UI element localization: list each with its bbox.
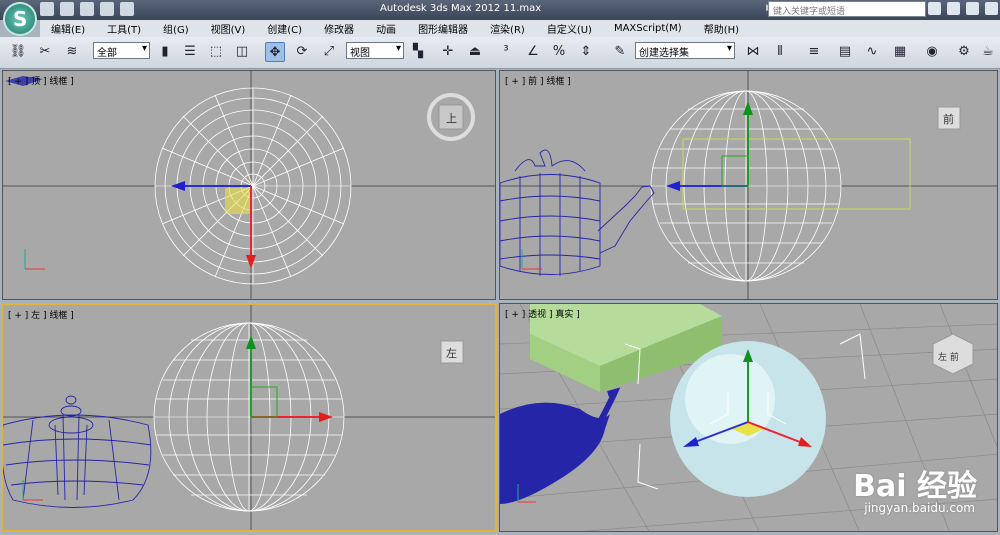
viewport-label[interactable]: [ + ] 前 ] 线框 ] xyxy=(505,74,571,87)
menu-maxscript[interactable]: MAXScript(M) xyxy=(614,23,682,34)
binoculars-icon[interactable] xyxy=(928,2,941,15)
menu-edit[interactable]: 编辑(E) xyxy=(51,21,85,36)
undo-icon[interactable] xyxy=(100,2,114,16)
title-bar: Autodesk 3ds Max 2012 11.max ▶ 键入关键字或短语 xyxy=(0,0,1000,20)
layer-manager-icon[interactable]: ≡ xyxy=(804,42,824,62)
select-and-rotate-icon[interactable]: ⟳ xyxy=(292,42,312,62)
keyboard-shortcut-override-icon[interactable]: ⏏ xyxy=(465,42,485,62)
select-by-name-icon[interactable]: ☰ xyxy=(180,42,200,62)
communication-icon[interactable] xyxy=(947,2,960,15)
link-icon[interactable]: ⛓ xyxy=(8,42,28,62)
viewport-label[interactable]: [ + ] 左 ] 线框 ] xyxy=(8,308,74,321)
new-file-icon[interactable] xyxy=(40,2,54,16)
watermark-brand: Bai 经验 xyxy=(853,469,977,504)
bind-space-warp-icon[interactable]: ≋ xyxy=(62,42,82,62)
top-viewport-scene: 上 xyxy=(3,71,495,299)
menu-help[interactable]: 帮助(H) xyxy=(704,21,739,36)
align-icon[interactable]: ⫴ xyxy=(770,42,790,62)
select-and-scale-icon[interactable]: ⤢ xyxy=(319,42,339,62)
viewcube-label[interactable]: 左 xyxy=(446,347,457,360)
redo-icon[interactable] xyxy=(120,2,134,16)
baidu-watermark: Bai 经验 jingyan.baidu.com xyxy=(853,461,977,515)
select-and-move-icon[interactable]: ✥ xyxy=(265,42,285,62)
viewcube-label[interactable]: 前 xyxy=(943,112,954,126)
menu-group[interactable]: 组(G) xyxy=(163,21,189,36)
percent-snap-icon[interactable]: % xyxy=(549,42,569,62)
reference-coordinate-dropdown[interactable]: 视图 xyxy=(346,42,404,59)
window-title: Autodesk 3ds Max 2012 11.max xyxy=(380,3,542,14)
spinner-snap-icon[interactable]: ⇕ xyxy=(576,42,596,62)
menu-create[interactable]: 创建(C) xyxy=(267,21,302,36)
rectangular-selection-icon[interactable]: ⬚ xyxy=(206,42,226,62)
menu-animation[interactable]: 动画 xyxy=(376,21,396,36)
main-toolbar: ⛓ ✂ ≋ 全部 ▮ ☰ ⬚ ◫ ✥ ⟳ ⤢ 视图 ▚ ✛ ⏏ ³ ∠ % ⇕ … xyxy=(0,37,1000,69)
render-icon[interactable]: ☕ xyxy=(978,42,998,62)
menu-modifiers[interactable]: 修改器 xyxy=(324,21,354,36)
snaps-toggle-icon[interactable]: ³ xyxy=(496,42,516,62)
material-editor-icon[interactable]: ◉ xyxy=(922,42,942,62)
viewport-label[interactable]: [ + ] 透视 ] 真实 ] xyxy=(505,307,580,320)
app-logo-icon[interactable]: S xyxy=(3,2,37,36)
menu-rendering[interactable]: 渲染(R) xyxy=(490,21,525,36)
teapot-object xyxy=(500,402,610,504)
search-input[interactable]: 键入关键字或短语 xyxy=(768,1,926,17)
viewcube-label[interactable]: 上 xyxy=(446,112,457,125)
menu-views[interactable]: 视图(V) xyxy=(211,21,246,36)
unlink-icon[interactable]: ✂ xyxy=(35,42,55,62)
angle-snap-icon[interactable]: ∠ xyxy=(523,42,543,62)
mirror-icon[interactable]: ⋈ xyxy=(743,42,763,62)
teapot-wireframe xyxy=(500,149,655,276)
front-viewport-scene: 前 xyxy=(500,71,997,299)
teapot-wireframe xyxy=(3,395,152,508)
viewport-perspective[interactable]: [ + ] 透视 ] 真实 ] 左 前 Bai 经验 jingyan.baidu… xyxy=(499,303,998,532)
left-viewport-scene: 左 xyxy=(3,305,495,530)
menu-customize[interactable]: 自定义(U) xyxy=(547,21,592,36)
quick-access-toolbar xyxy=(40,2,134,16)
menu-tools[interactable]: 工具(T) xyxy=(107,21,141,36)
schematic-view-icon[interactable]: ▦ xyxy=(890,42,910,62)
open-file-icon[interactable] xyxy=(60,2,74,16)
graphite-modeling-icon[interactable]: ▤ xyxy=(835,42,855,62)
curve-editor-icon[interactable]: ∿ xyxy=(862,42,882,62)
menu-bar: 编辑(E) 工具(T) 组(G) 视图(V) 创建(C) 修改器 动画 图形编辑… xyxy=(40,20,1000,37)
help-icon[interactable] xyxy=(985,2,998,15)
favorites-icon[interactable] xyxy=(966,2,979,15)
pivot-center-icon[interactable]: ▚ xyxy=(408,42,428,62)
viewport-top[interactable]: [ + ] 顶 ] 线框 ] 上 xyxy=(2,70,496,300)
named-selection-set-dropdown[interactable]: 创建选择集 xyxy=(635,42,735,59)
watermark-url: jingyan.baidu.com xyxy=(864,501,975,515)
select-and-manipulate-icon[interactable]: ✛ xyxy=(438,42,458,62)
selection-filter-dropdown[interactable]: 全部 xyxy=(93,42,150,59)
edit-named-selection-icon[interactable]: ✎ xyxy=(610,42,630,62)
viewport-label[interactable]: [ + ] 顶 ] 线框 ] xyxy=(8,74,74,87)
menu-graph-editors[interactable]: 图形编辑器 xyxy=(418,21,468,36)
viewcube-label[interactable]: 左 前 xyxy=(938,351,959,363)
window-crossing-icon[interactable]: ◫ xyxy=(232,42,252,62)
select-object-icon[interactable]: ▮ xyxy=(155,42,175,62)
save-icon[interactable] xyxy=(80,2,94,16)
viewport-left[interactable]: [ + ] 左 ] 线框 ] 左 xyxy=(1,303,497,532)
viewport-front[interactable]: [ + ] 前 ] 线框 ] 前 xyxy=(499,70,998,300)
render-setup-icon[interactable]: ⚙ xyxy=(954,42,974,62)
